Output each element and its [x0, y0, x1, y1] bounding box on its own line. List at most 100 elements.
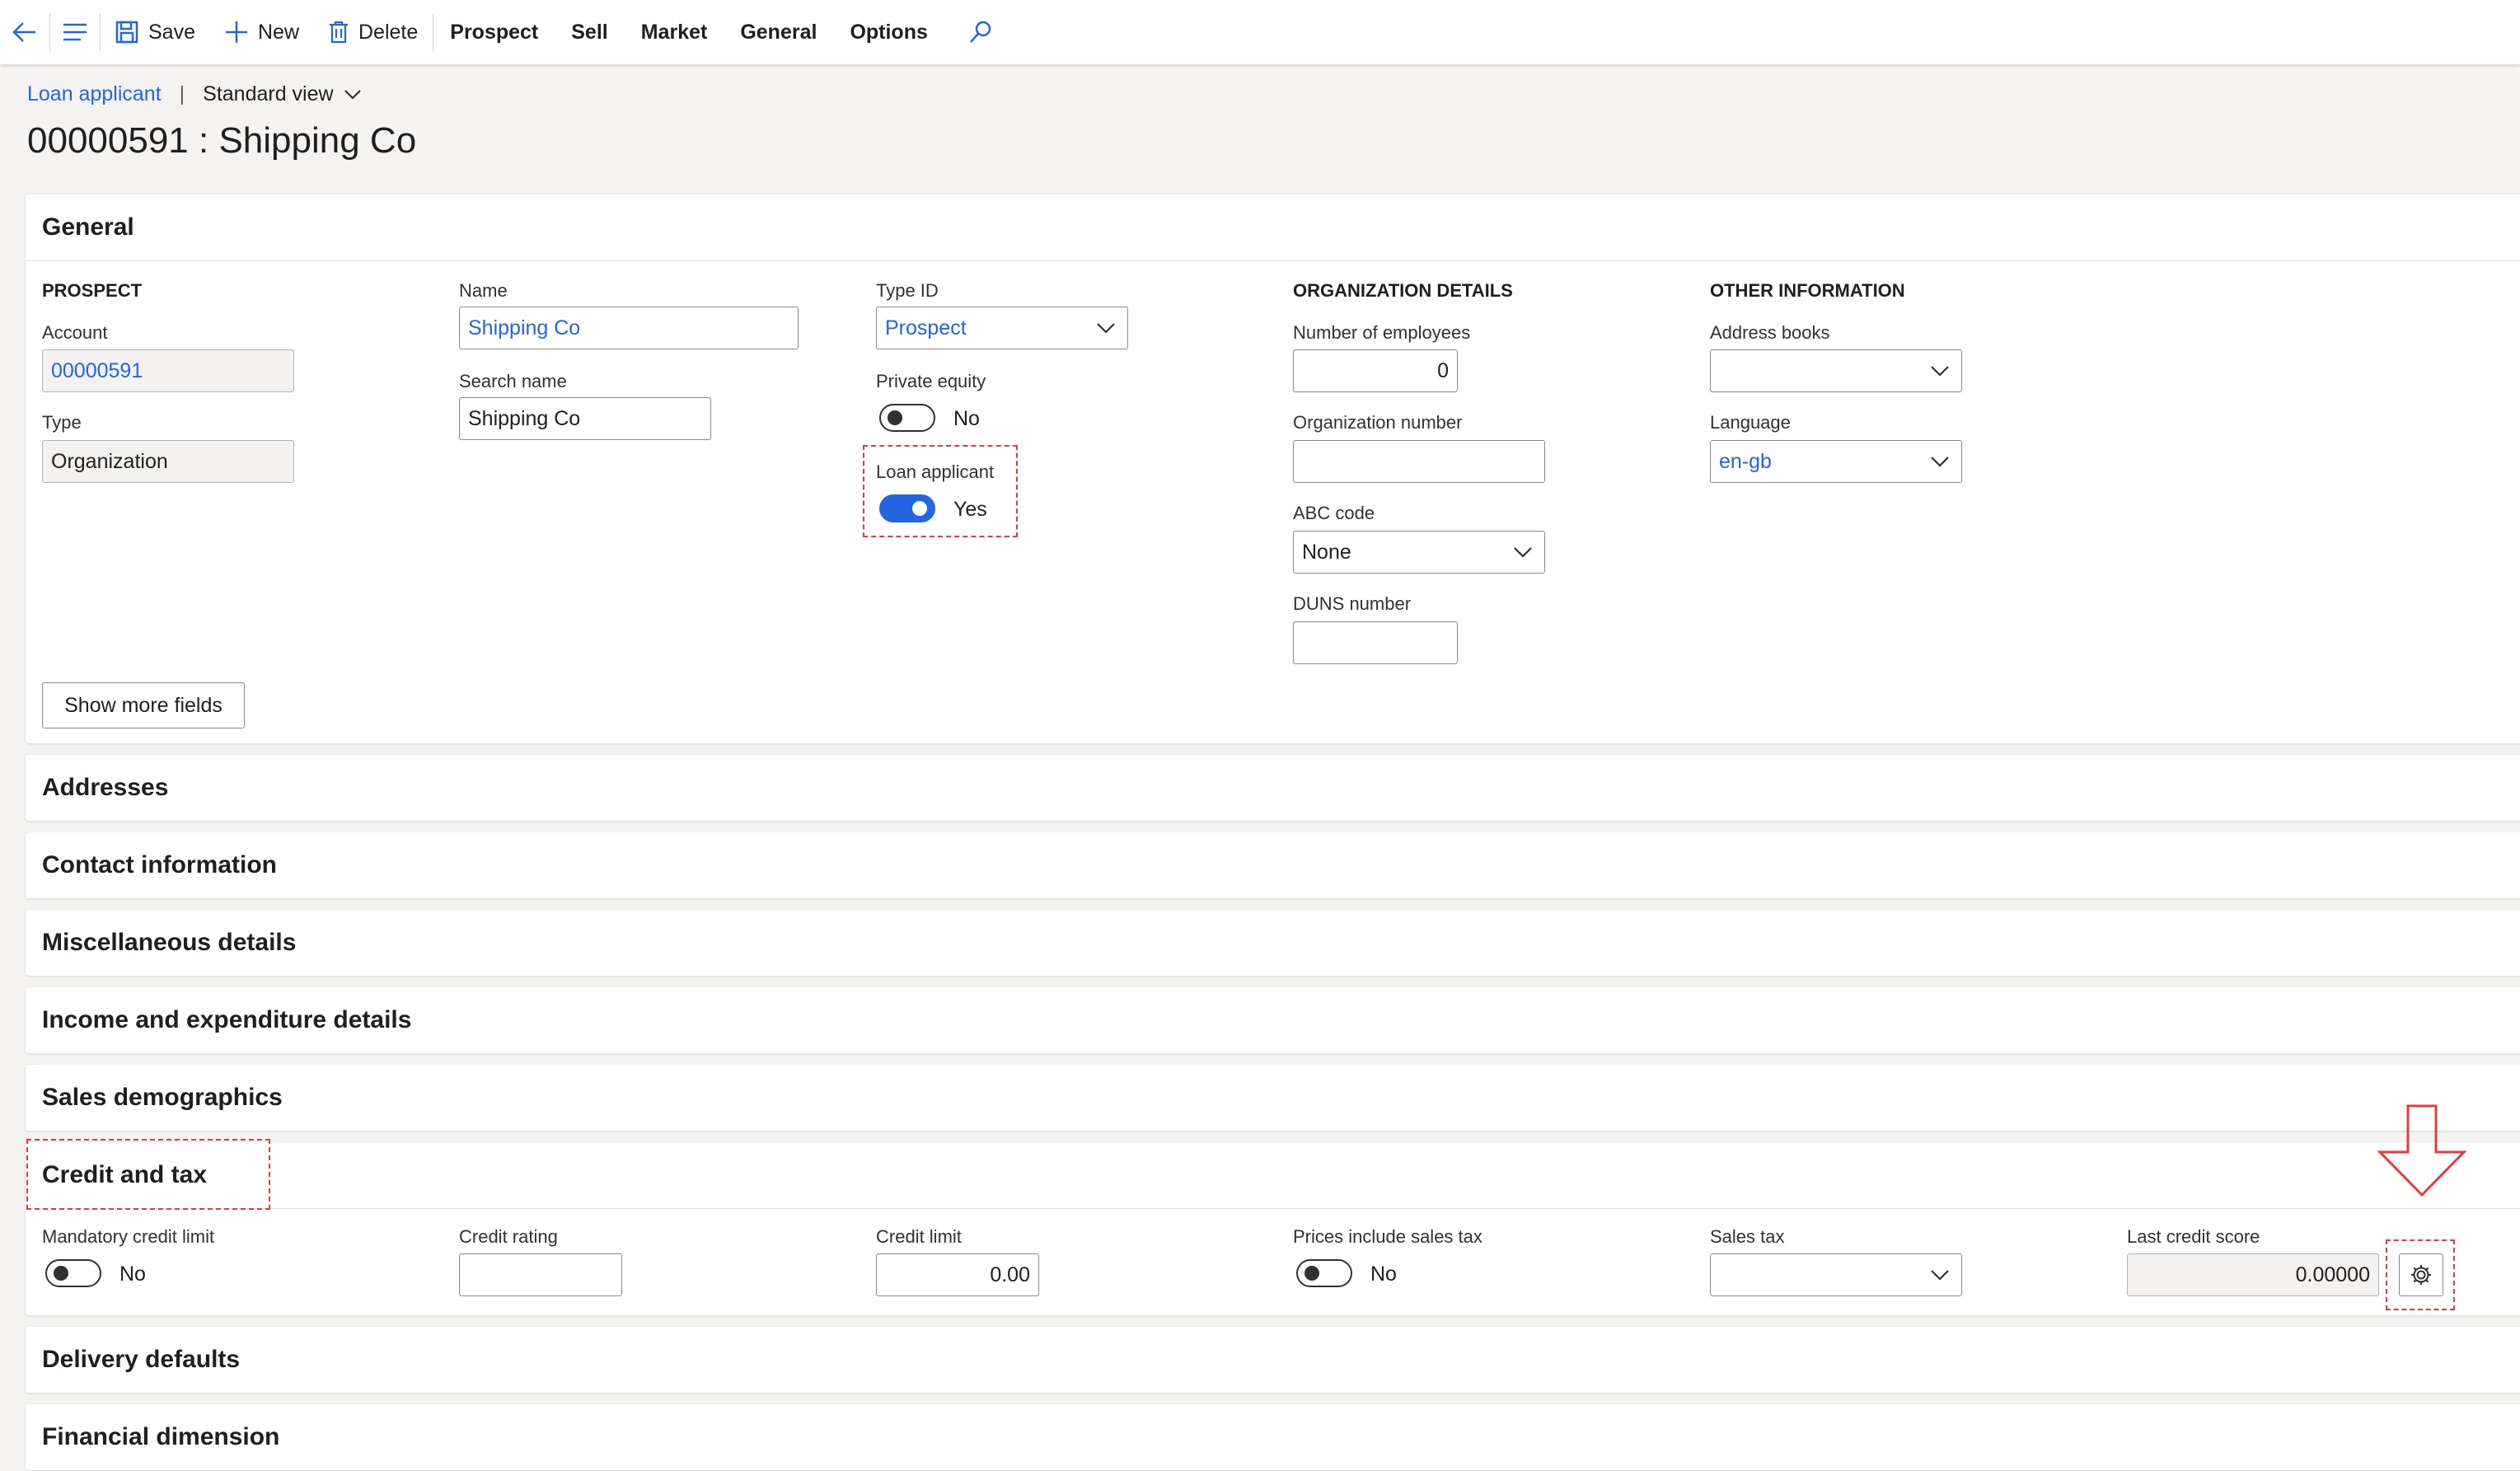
addresses-tab-header: Addresses [42, 774, 169, 801]
menu-sell[interactable]: Sell [555, 0, 624, 64]
number-of-employees-field[interactable]: 0 [1293, 349, 1458, 392]
account-field[interactable]: 00000591 [42, 349, 294, 392]
name-field[interactable]: Shipping Co [459, 307, 799, 349]
credit-and-tax-fasttab: Credit and tax Mandatory credit limit No… [26, 1139, 2520, 1315]
new-button[interactable]: New [210, 0, 314, 64]
delivery-defaults-fasttab[interactable]: Delivery defaults [26, 1327, 2520, 1393]
sales-tax-label: Sales tax [1710, 1226, 1785, 1247]
toggle-knob [888, 410, 902, 425]
financial-dimension-fasttab[interactable]: Financial dimension [26, 1404, 2520, 1470]
delete-button[interactable]: Delete [314, 0, 433, 64]
abc-code-dropdown[interactable]: None [1293, 531, 1545, 574]
abc-code-label: ABC code [1293, 503, 1375, 523]
contact-information-fasttab[interactable]: Contact information [26, 832, 2520, 898]
miscellaneous-details-tab-header: Miscellaneous details [42, 929, 297, 956]
loan-applicant-highlight [863, 445, 1018, 537]
prices-include-sales-tax-toggle[interactable] [1296, 1259, 1352, 1287]
page-title: 00000591 : Shipping Co [27, 120, 417, 161]
private-equity-toggle[interactable] [879, 404, 935, 432]
private-equity-value: No [953, 407, 980, 430]
duns-number-label: DUNS number [1293, 593, 1412, 614]
loan-applicant-toggle[interactable] [879, 494, 935, 522]
menu-prospect[interactable]: Prospect [433, 0, 555, 64]
search-name-label: Search name [459, 371, 567, 391]
name-label: Name [459, 280, 508, 301]
loan-applicant-value: Yes [953, 498, 987, 521]
breadcrumb-loan-applicant-link[interactable]: Loan applicant [27, 82, 162, 106]
new-label: New [257, 20, 299, 44]
breadcrumb-separator: | [179, 82, 185, 105]
duns-number-field[interactable] [1293, 621, 1458, 664]
view-selector-label: Standard view [203, 82, 334, 105]
type-id-value: Prospect [885, 316, 967, 340]
last-credit-score-field[interactable]: 0.00000 [2127, 1253, 2379, 1296]
prices-include-sales-tax-label: Prices include sales tax [1293, 1226, 1482, 1247]
show-more-fields-button[interactable]: Show more fields [42, 682, 245, 728]
toggle-knob [1304, 1266, 1319, 1281]
sales-demographics-tab-header: Sales demographics [42, 1084, 283, 1111]
chevron-down-icon [1931, 457, 1949, 467]
abc-code-value: None [1302, 540, 1351, 564]
addresses-fasttab[interactable]: Addresses [26, 755, 2520, 821]
down-arrow-annotation-icon [2377, 1104, 2467, 1197]
credit-rating-label: Credit rating [459, 1226, 558, 1247]
address-books-dropdown[interactable] [1710, 349, 1962, 392]
contact-information-tab-header: Contact information [42, 851, 277, 878]
general-fasttab: General PROSPECT Account 00000591 Type O… [26, 194, 2520, 743]
hamburger-menu-button[interactable] [50, 0, 100, 64]
search-icon [969, 21, 991, 43]
general-tab-header[interactable]: General [26, 194, 2520, 261]
menu-market[interactable]: Market [625, 0, 724, 64]
number-of-employees-label: Number of employees [1293, 322, 1471, 343]
prospect-heading: PROSPECT [42, 280, 143, 301]
language-value: en-gb [1719, 449, 1772, 473]
credit-limit-label: Credit limit [876, 1226, 962, 1247]
type-label: Type [42, 412, 82, 433]
action-bar: Save New Delete Prospect Sell Market Gen… [0, 0, 2520, 64]
language-label: Language [1710, 412, 1791, 433]
view-selector[interactable]: Standard view [203, 82, 361, 106]
credit-and-tax-tab-header[interactable]: Credit and tax [26, 1142, 2520, 1209]
type-field[interactable]: Organization [42, 440, 294, 483]
search-button[interactable] [956, 0, 1005, 64]
settings-button-highlight [2386, 1239, 2455, 1310]
chevron-down-icon [1931, 1270, 1949, 1281]
credit-rating-field[interactable] [459, 1253, 622, 1296]
save-button[interactable]: Save [101, 0, 210, 64]
menu-options[interactable]: Options [833, 0, 944, 64]
toggle-knob [54, 1266, 68, 1281]
organization-number-label: Organization number [1293, 412, 1463, 433]
organization-number-field[interactable] [1293, 440, 1545, 483]
trash-icon [330, 21, 348, 44]
type-id-dropdown[interactable]: Prospect [876, 307, 1128, 349]
breadcrumb: Loan applicant | Standard view [27, 82, 362, 106]
chevron-down-icon [344, 89, 361, 100]
mandatory-credit-limit-label: Mandatory credit limit [42, 1226, 215, 1247]
account-label: Account [42, 322, 108, 343]
organization-details-heading: ORGANIZATION DETAILS [1293, 280, 1513, 301]
language-dropdown[interactable]: en-gb [1710, 440, 1962, 483]
income-expenditure-tab-header: Income and expenditure details [42, 1006, 412, 1033]
chevron-down-icon [1514, 547, 1532, 558]
back-button[interactable] [0, 0, 49, 64]
address-books-label: Address books [1710, 322, 1830, 343]
mandatory-credit-limit-value: No [119, 1263, 146, 1286]
search-name-field[interactable]: Shipping Co [459, 397, 711, 440]
sales-demographics-fasttab[interactable]: Sales demographics [26, 1065, 2520, 1131]
miscellaneous-details-fasttab[interactable]: Miscellaneous details [26, 910, 2520, 976]
sales-tax-dropdown[interactable] [1710, 1253, 1962, 1296]
plus-icon [225, 21, 247, 43]
credit-and-tax-highlight [26, 1139, 270, 1210]
delivery-defaults-tab-header: Delivery defaults [42, 1346, 241, 1373]
prices-include-sales-tax-value: No [1370, 1263, 1397, 1286]
income-expenditure-fasttab[interactable]: Income and expenditure details [26, 987, 2520, 1053]
type-id-label: Type ID [876, 280, 939, 301]
credit-limit-field[interactable]: 0.00 [876, 1253, 1039, 1296]
back-arrow-icon [12, 22, 35, 42]
menu-general[interactable]: General [724, 0, 833, 64]
mandatory-credit-limit-toggle[interactable] [45, 1259, 101, 1287]
last-credit-score-label: Last credit score [2127, 1226, 2260, 1247]
save-label: Save [148, 20, 195, 44]
other-information-heading: OTHER INFORMATION [1710, 280, 1905, 301]
private-equity-label: Private equity [876, 371, 986, 391]
